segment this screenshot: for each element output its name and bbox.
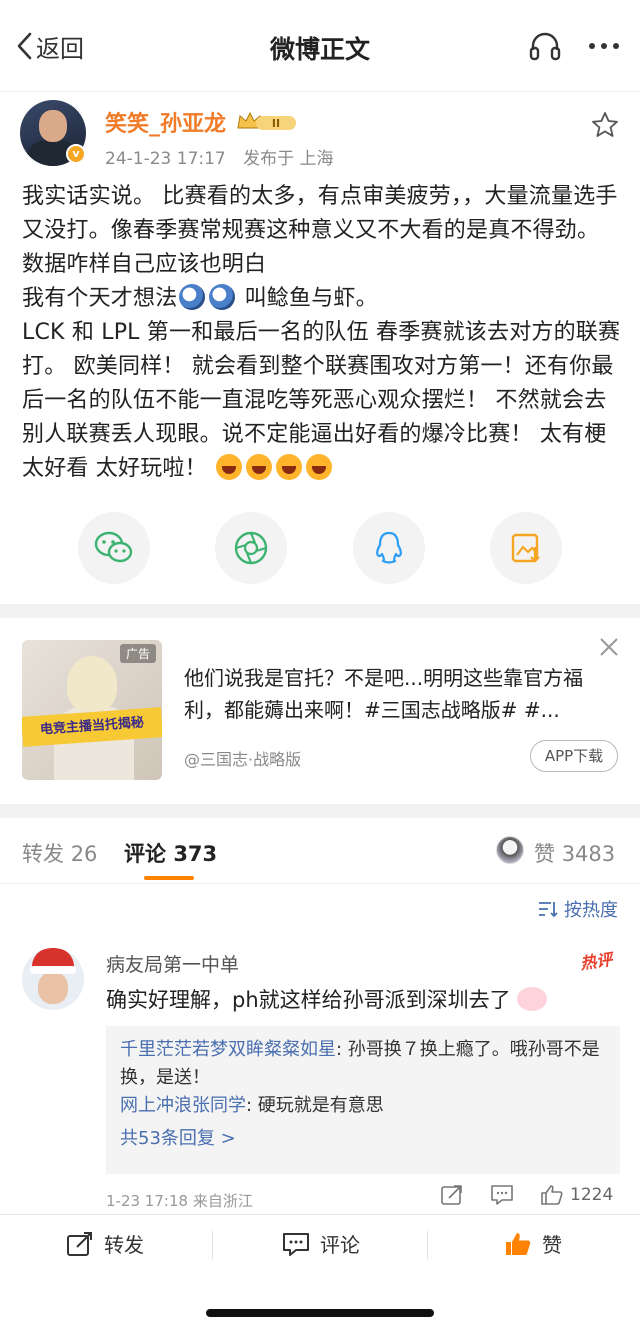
share-row [0,512,640,592]
post-text-2a: 我有个天才想法 [22,286,178,311]
reply-item[interactable]: 网上冲浪张同学: 硬玩就是有意思 [120,1092,606,1120]
laugh-emoji-icon [276,454,302,480]
fish-emoji-icon [209,284,236,310]
ad-thumbnail[interactable]: 电竞主播当托揭秘 广告 [22,640,162,780]
reply-preview-box[interactable]: 千里茫茫若梦双眸粲粲如星: 孙哥换７换上瘾了。哦孙哥不是换，是送！ 网上冲浪张同… [106,1026,620,1174]
more-icon[interactable] [584,28,624,64]
reply-item[interactable]: 千里茫茫若梦双眸粲粲如星: 孙哥换７换上瘾了。哦孙哥不是换，是送！ [120,1036,606,1092]
save-image-icon [511,533,540,563]
comment-like-button[interactable]: 1224 [540,1184,613,1206]
ad-source: @三国志·战略版 [184,750,302,769]
share-comment-icon[interactable] [440,1184,464,1206]
share-qq-button[interactable] [353,512,425,584]
reply-comment-icon[interactable] [490,1184,514,1206]
moments-icon [234,531,268,565]
post-text-2b: 叫鲶鱼与虾。 [244,286,378,311]
repost-count: 26 [70,842,98,866]
home-indicator [206,1309,434,1317]
post-card: v 笑笑_孙亚龙 II 24-1-23 17:17 发布于 上海 我实话实说。 … [0,92,640,604]
section-gap [0,604,640,618]
comment-location: 来自浙江 [192,1192,253,1210]
save-image-button[interactable] [490,512,562,584]
like-count: 3483 [561,842,616,866]
ad-thumbnail-banner: 电竞主播当托揭秘 [22,707,162,747]
repost-icon [67,1231,92,1256]
bunny-emoji-icon [516,987,547,1011]
ad-tag: 广告 [119,644,156,663]
post-body: 我实话实说。 比赛看的太多，有点审美疲劳，，大量流量选手又没打。像春季赛常规赛这… [22,180,622,486]
tab-likes[interactable]: 赞 3483 [534,838,615,868]
post-date: 24-1-23 17:17 [105,149,226,169]
like-label: 赞 [542,1233,562,1257]
thumbs-up-filled-icon [506,1232,531,1255]
tab-comments[interactable]: 评论 373 [124,838,217,868]
wechat-icon [94,531,133,563]
crown-level-badge-icon: II [237,111,296,130]
comment-text-row: 确实好理解，ph就这样给孙哥派到深圳去了 [106,984,547,1014]
comment-actions: 1224 [440,1184,613,1206]
commenter-avatar[interactable] [22,948,84,1010]
top-nav-bar: 返回 微博正文 [0,0,640,92]
comment-label: 评论 [320,1233,360,1257]
like-button[interactable]: 赞 [504,1229,562,1258]
share-wechat-button[interactable] [78,512,150,584]
laugh-emoji-icon [306,454,332,480]
comment-date: 1-23 17:18 [106,1192,189,1210]
comment-text: 确实好理解，ph就这样给孙哥派到深圳去了 [106,988,511,1012]
ad-card[interactable]: 电竞主播当托揭秘 广告 他们说我是官托？不是吧...明明这些靠官方福利，都能薅出… [0,618,640,804]
hot-comment-badge: 热评 [579,949,614,974]
reply-author: 网上冲浪张同学 [120,1095,246,1116]
post-text-1: 我实话实说。 比赛看的太多，有点审美疲劳，，大量流量选手又没打。像春季赛常规赛这… [22,184,618,277]
comment-like-count: 1224 [570,1185,614,1205]
comment-icon [283,1232,309,1256]
sort-label: 按热度 [564,900,618,921]
sort-by-hot-button[interactable]: 按热度 [538,896,618,922]
sort-icon [539,902,558,918]
reply-author: 千里茫茫若梦双眸粲粲如星 [120,1039,336,1060]
reply-text: : 硬玩就是有意思 [246,1095,384,1116]
star-icon[interactable] [590,110,620,140]
commenter-name[interactable]: 病友局第一中单 [106,950,239,977]
app-download-button[interactable]: APP下载 [530,740,618,772]
repost-label: 转发 [104,1233,144,1257]
interaction-tabs: 转发 26 评论 373 赞 3483 [0,818,640,884]
liker-avatar [496,836,524,864]
comment-count: 373 [173,842,218,866]
close-icon[interactable] [598,636,620,658]
thumbs-up-icon [541,1185,563,1205]
post-meta: 24-1-23 17:17 发布于 上海 [105,144,346,169]
post-location: 发布于 上海 [243,149,334,169]
laugh-emoji-icon [216,454,242,480]
headphone-icon[interactable] [527,28,563,64]
verified-badge-icon: v [66,144,86,164]
comment-meta: 1-23 17:18 来自浙江 [106,1190,253,1211]
ad-text[interactable]: 他们说我是官托？不是吧...明明这些靠官方福利，都能薅出来啊！#三国志战略版# … [184,662,620,726]
more-replies-link[interactable]: 共53条回复 > [120,1124,606,1150]
tab-repost[interactable]: 转发 26 [22,838,97,868]
fish-emoji-icon [179,284,206,310]
laugh-emoji-icon [246,454,272,480]
section-gap [0,804,640,818]
level-badge-text: II [272,117,280,130]
bottom-action-bar: 转发 评论 赞 [0,1214,640,1326]
repost-button[interactable]: 转发 [66,1229,144,1258]
comment-item: 病友局第一中单 热评 确实好理解，ph就这样给孙哥派到深圳去了 千里茫茫若梦双眸… [0,934,640,1214]
qq-icon [376,531,402,564]
comment-button[interactable]: 评论 [282,1229,360,1258]
active-tab-indicator [144,876,194,880]
author-name[interactable]: 笑笑_孙亚龙 [105,106,226,138]
share-moments-button[interactable] [215,512,287,584]
